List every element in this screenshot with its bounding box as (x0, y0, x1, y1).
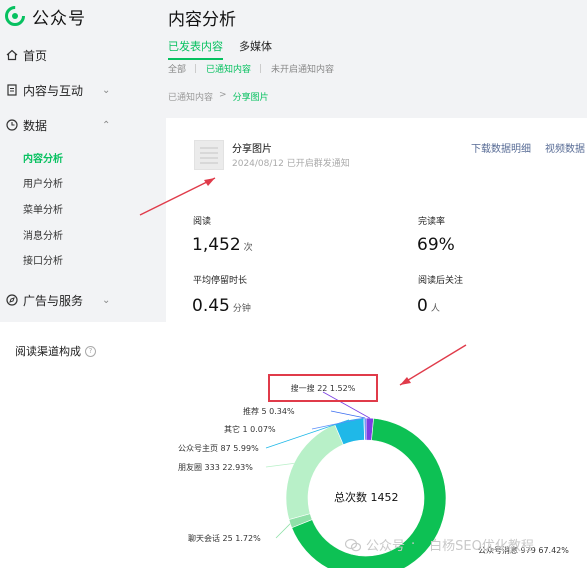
channel-donut-chart: 公众号消息 979 67.42%聊天会话 25 1.72%朋友圈 333 22.… (139, 177, 569, 568)
slice-label: 其它 1 0.07% (224, 424, 276, 434)
annotation-arrowhead-upper (204, 178, 215, 186)
slice-label: 朋友圈 333 22.93% (178, 462, 253, 472)
watermark-prefix: 公众号 (366, 539, 406, 554)
slice-label: 公众号主页 87 5.99% (178, 443, 259, 453)
highlight-box: 搜一搜 22 1.52% (268, 374, 378, 402)
slice-label: 聊天会话 25 1.72% (188, 533, 261, 543)
watermark-separator: · (411, 537, 416, 552)
slice-label: 推荐 5 0.34% (243, 406, 295, 416)
donut-center-label: 总次数 1452 (334, 491, 399, 504)
leader-line (275, 523, 291, 539)
watermark: 公众号 · 白杨SEO优化教程 (345, 535, 534, 554)
pie-slice[interactable] (363, 417, 367, 441)
annotation-arrow-upper (139, 177, 216, 216)
watermark-account: 白杨SEO优化教程 (429, 539, 534, 554)
leader-line (330, 410, 366, 419)
wechat-watermark-icon (345, 538, 361, 551)
annotation-arrow-lower (399, 344, 467, 386)
annotation-arrowhead-lower (400, 377, 411, 385)
leader-line (265, 462, 294, 468)
